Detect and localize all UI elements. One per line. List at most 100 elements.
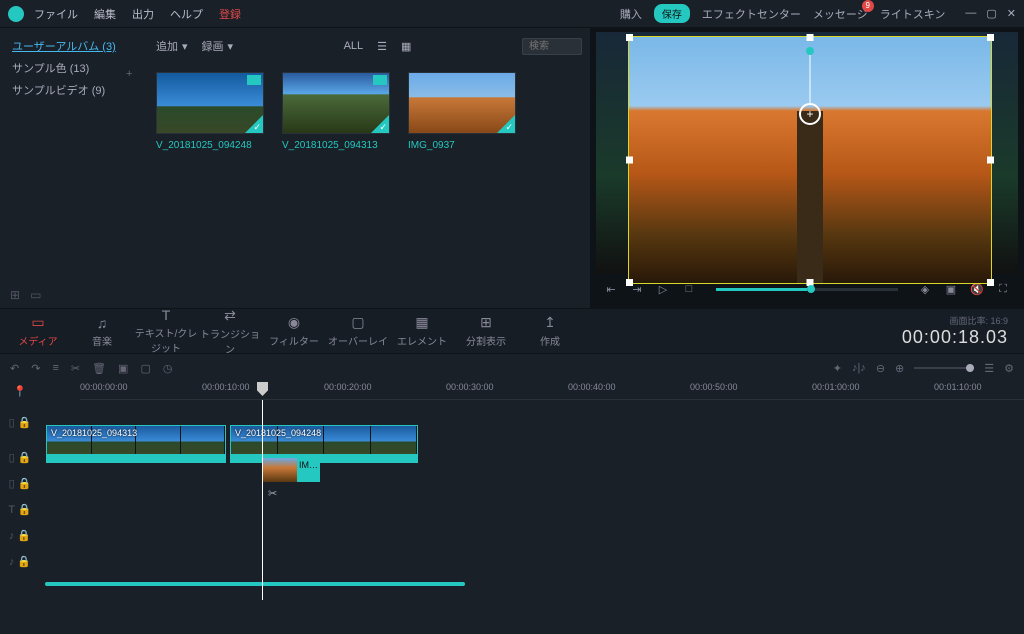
timeline-toolbar-right: ✦ ♪|♪ ⊖ ⊕ ☰ ⚙ xyxy=(833,362,1014,375)
view-grid-icon[interactable]: ▦ xyxy=(401,40,411,53)
scissors-icon[interactable]: ✂ xyxy=(268,487,277,500)
resize-handle[interactable] xyxy=(807,34,814,41)
resize-handle[interactable] xyxy=(626,157,633,164)
zoom-slider[interactable] xyxy=(914,367,974,369)
progress-fill xyxy=(716,288,807,291)
add-album-icon[interactable]: + xyxy=(126,68,132,80)
playhead[interactable] xyxy=(262,400,263,600)
sidebar-sample-video[interactable]: サンプルビデオ (9) xyxy=(12,82,136,98)
preview-pip-frame[interactable]: + xyxy=(628,36,992,284)
aspect-info: 画面比率: 16:9 00:00:18.03 xyxy=(902,314,1018,348)
media-thumb[interactable]: V_20181025_094248 xyxy=(156,72,264,151)
delete-icon[interactable]: 🗑 xyxy=(92,362,106,375)
chevron-down-icon: ▾ xyxy=(182,40,188,53)
messages-link[interactable]: メッセージ 9 xyxy=(813,6,868,22)
media-toolbar: 追加 ▾ 録画 ▾ ALL ☰ ▦ xyxy=(156,32,582,60)
menu-register[interactable]: 登録 xyxy=(219,6,241,22)
stop-icon[interactable]: □ xyxy=(682,283,696,295)
track-head[interactable]: ▯ 🔒 xyxy=(0,416,40,429)
buy-link[interactable]: 購入 xyxy=(620,6,642,22)
voiceover-icon[interactable]: ◈ xyxy=(918,283,932,296)
progress-thumb[interactable] xyxy=(807,285,815,293)
tab-transition[interactable]: ⇄トランジション xyxy=(198,307,262,356)
progress-slider[interactable] xyxy=(716,288,898,291)
folder-icon[interactable]: ▭ xyxy=(30,288,41,302)
ruler-tick: 00:00:20:00 xyxy=(324,382,372,392)
edit-icon[interactable]: ≡ xyxy=(52,362,58,374)
rotate-pivot-icon[interactable] xyxy=(806,47,814,55)
tab-create[interactable]: ↥作成 xyxy=(518,314,582,348)
record-dropdown[interactable]: 録画 ▾ xyxy=(202,38,234,54)
minimize-icon[interactable]: — xyxy=(965,7,976,20)
maximize-icon[interactable]: ▢ xyxy=(986,7,996,20)
zoom-thumb[interactable] xyxy=(966,364,974,372)
redo-icon[interactable]: ↷ xyxy=(31,362,40,375)
tab-text[interactable]: Tテキスト/クレジット xyxy=(134,307,198,355)
fullscreen-icon[interactable]: ⛶ xyxy=(996,283,1010,296)
timeline-clip[interactable]: V_20181025_094313 xyxy=(46,425,226,463)
prev-frame-icon[interactable]: ⇤ xyxy=(604,283,618,296)
track-head[interactable]: ♪ 🔒 xyxy=(0,555,40,568)
marker-icon[interactable]: ♪|♪ xyxy=(852,362,866,374)
menu-help[interactable]: ヘルプ xyxy=(170,6,203,22)
cut-icon[interactable]: ✂ xyxy=(71,362,80,375)
music-icon: ♫ xyxy=(70,315,134,331)
crop-icon[interactable]: ▣ xyxy=(118,362,128,375)
search-input[interactable] xyxy=(522,38,582,55)
add-dropdown[interactable]: 追加 ▾ xyxy=(156,38,188,54)
audio-track-2: ♪ 🔒 xyxy=(0,548,1024,574)
export-icon: ↥ xyxy=(518,314,582,331)
track-head[interactable]: T 🔒 xyxy=(0,503,40,516)
sidebar-sample-color[interactable]: サンプル色 (13) xyxy=(12,60,136,76)
list-icon[interactable]: ☰ xyxy=(984,362,994,375)
tab-filter[interactable]: ◉フィルター xyxy=(262,314,326,348)
tab-overlay[interactable]: ▢オーバーレイ xyxy=(326,314,390,348)
light-skin-link[interactable]: ライトスキン xyxy=(880,6,946,22)
clip-label: V_20181025_094248 xyxy=(235,428,321,438)
play-icon[interactable]: ▷ xyxy=(656,283,670,296)
timeline-scrollbar[interactable] xyxy=(45,582,1024,590)
track-head[interactable]: ♪ 🔒 xyxy=(0,529,40,542)
tab-element[interactable]: ▦エレメント xyxy=(390,314,454,348)
menu-file[interactable]: ファイル xyxy=(34,6,78,22)
resize-handle[interactable] xyxy=(987,157,994,164)
speed-icon[interactable]: ◷ xyxy=(163,362,173,375)
resize-handle[interactable] xyxy=(626,279,633,286)
menu-edit[interactable]: 編集 xyxy=(94,6,116,22)
close-icon[interactable]: ✕ xyxy=(1007,7,1016,20)
zoom-out-icon[interactable]: ⊖ xyxy=(876,362,885,375)
view-list-icon[interactable]: ☰ xyxy=(377,40,387,53)
resize-handle[interactable] xyxy=(987,279,994,286)
resize-handle[interactable] xyxy=(987,34,994,41)
zoom-in-icon[interactable]: ⊕ xyxy=(895,362,904,375)
timeline-clip[interactable]: V_20181025_094248 xyxy=(230,425,418,463)
tab-music[interactable]: ♫音楽 xyxy=(70,315,134,348)
preview-stage[interactable]: + xyxy=(596,32,1018,274)
track-head[interactable]: ▯ 🔒 xyxy=(0,451,40,464)
marker-add-icon[interactable]: ✦ xyxy=(833,362,842,375)
time-ruler[interactable]: 00:00:00:00 00:00:10:00 00:00:20:00 00:0… xyxy=(80,382,1024,400)
menu-output[interactable]: 出力 xyxy=(132,6,154,22)
fx-center-link[interactable]: エフェクトセンター xyxy=(702,6,801,22)
save-button[interactable]: 保存 xyxy=(654,4,690,23)
new-project-icon[interactable]: ⊞ xyxy=(10,288,20,302)
resize-handle[interactable] xyxy=(626,34,633,41)
snapshot-icon[interactable]: ▢ xyxy=(140,362,150,375)
mute-icon[interactable]: 🔇 xyxy=(970,283,984,296)
undo-icon[interactable]: ↶ xyxy=(10,362,19,375)
timeline-pip-clip[interactable]: IM… xyxy=(262,458,320,482)
tab-media[interactable]: ▭メディア xyxy=(6,314,70,348)
element-icon: ▦ xyxy=(390,314,454,331)
check-icon xyxy=(497,115,515,133)
center-anchor-icon[interactable]: + xyxy=(799,103,821,125)
filter-all-label[interactable]: ALL xyxy=(344,40,364,52)
settings-icon[interactable]: ⚙ xyxy=(1004,362,1014,375)
media-thumb[interactable]: V_20181025_094313 xyxy=(282,72,390,151)
ruler-pin-icon[interactable]: 📍 xyxy=(0,382,40,400)
tab-split[interactable]: ⊞分割表示 xyxy=(454,314,518,348)
track-head[interactable]: ▯ 🔒 xyxy=(0,477,40,490)
media-thumb[interactable]: IMG_0937 xyxy=(408,72,516,151)
scrollbar-thumb[interactable] xyxy=(45,582,465,586)
snapshot-icon[interactable]: ▣ xyxy=(944,283,958,296)
sidebar-user-album[interactable]: ユーザーアルバム (3) xyxy=(12,38,136,54)
